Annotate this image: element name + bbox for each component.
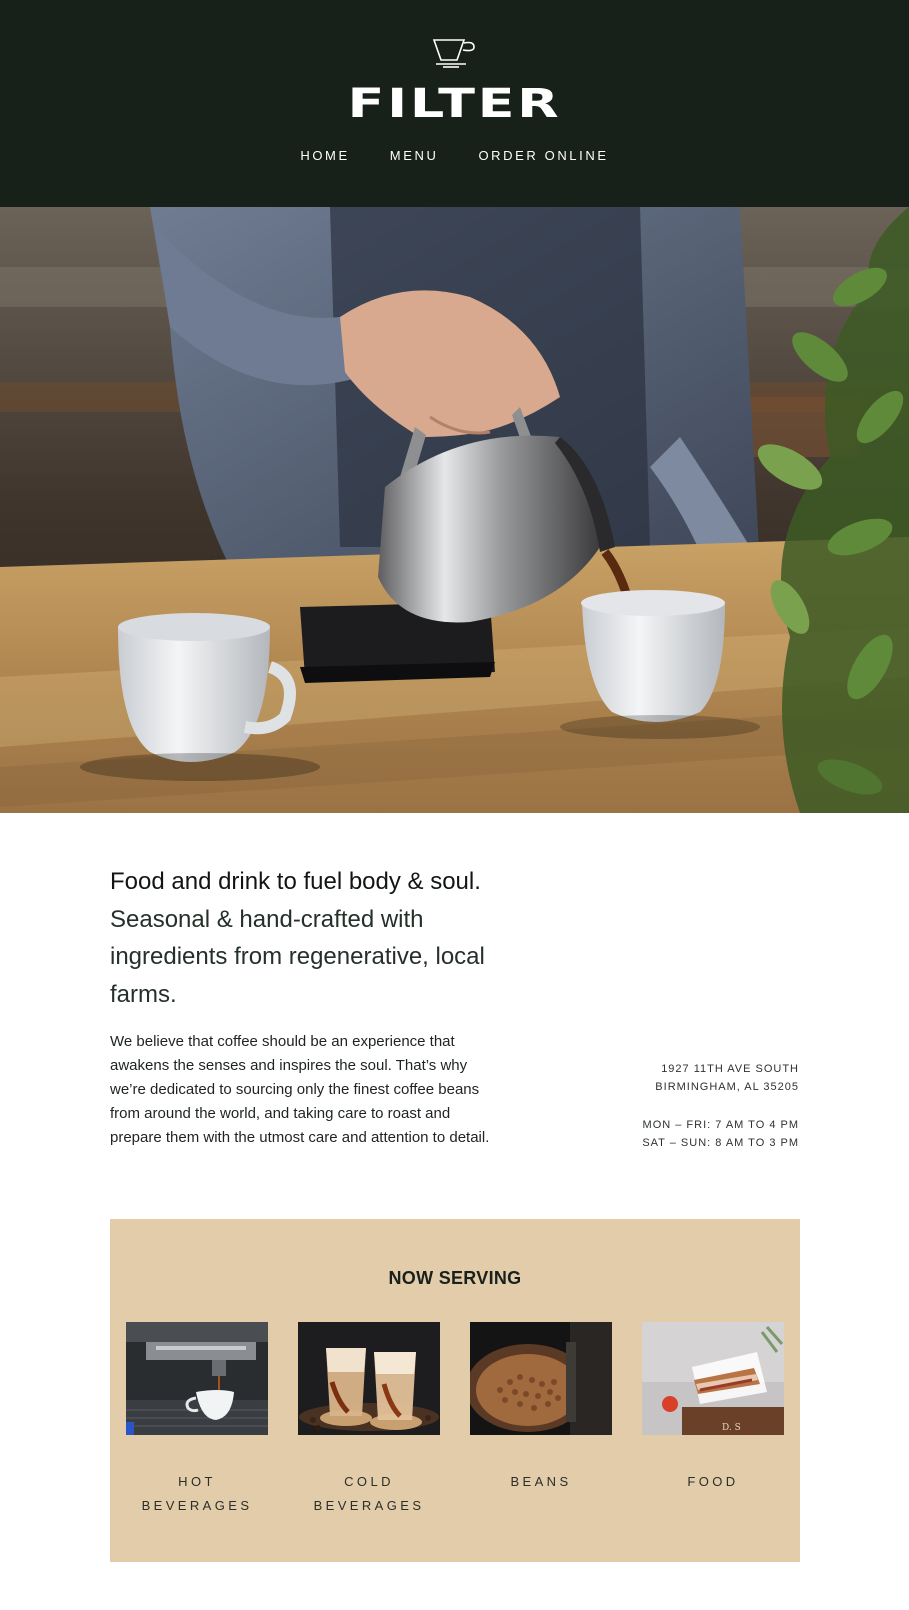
pour-over-dripper-icon [432,39,475,68]
now-serving-title: NOW SERVING [388,1268,522,1288]
category-label: COLD BEVERAGES [313,1474,425,1513]
opening-hours: MON – FRI: 7 AM TO 4 PM SAT – SUN: 8 AM … [579,1116,799,1152]
category-beans[interactable]: BEANS [470,1322,612,1494]
address: 1927 11TH AVE SOUTH BIRMINGHAM, AL 35205 [579,1060,799,1096]
category-hot-beverages[interactable]: HOT BEVERAGES [126,1322,268,1518]
brand-logo[interactable]: FILTER [0,80,909,128]
cold-beverages-image [298,1322,440,1435]
intro-body: We believe that coffee should be an expe… [110,1033,490,1146]
nav-menu[interactable]: MENU [390,145,439,167]
hot-beverages-image [126,1322,268,1435]
hours-weekday: MON – FRI: 7 AM TO 4 PM [642,1119,799,1131]
category-label: FOOD [687,1474,739,1489]
address-line-1: 1927 11TH AVE SOUTH [661,1063,799,1075]
svg-text:D. S: D. S [722,1423,741,1433]
site-header: FILTER HOME MENU ORDER ONLINE [0,0,909,207]
location-info: 1927 11TH AVE SOUTH BIRMINGHAM, AL 35205… [579,1060,799,1152]
main-nav: HOME MENU ORDER ONLINE [0,145,909,167]
intro-headline: Food and drink to fuel body & soul. Seas… [110,863,510,1013]
intro-headline-rest: Seasonal & hand-crafted with ingredients… [110,905,485,1008]
hours-weekend: SAT – SUN: 8 AM TO 3 PM [642,1137,799,1149]
beans-image [470,1322,612,1435]
now-serving-section: NOW SERVING HOT BEVERAGES COLD BEVERAGES… [110,1219,800,1562]
intro-headline-lead: Food and drink to fuel body & soul. [110,868,481,895]
food-image: D. S [642,1322,784,1435]
hero-image [0,207,909,813]
category-label: BEANS [510,1474,572,1489]
nav-home[interactable]: HOME [300,145,349,167]
category-food[interactable]: D. S FOOD [642,1322,784,1494]
address-line-2: BIRMINGHAM, AL 35205 [655,1081,799,1093]
nav-order-online[interactable]: ORDER ONLINE [478,145,608,167]
category-label: HOT BEVERAGES [141,1474,253,1513]
category-cold-beverages[interactable]: COLD BEVERAGES [298,1322,440,1518]
